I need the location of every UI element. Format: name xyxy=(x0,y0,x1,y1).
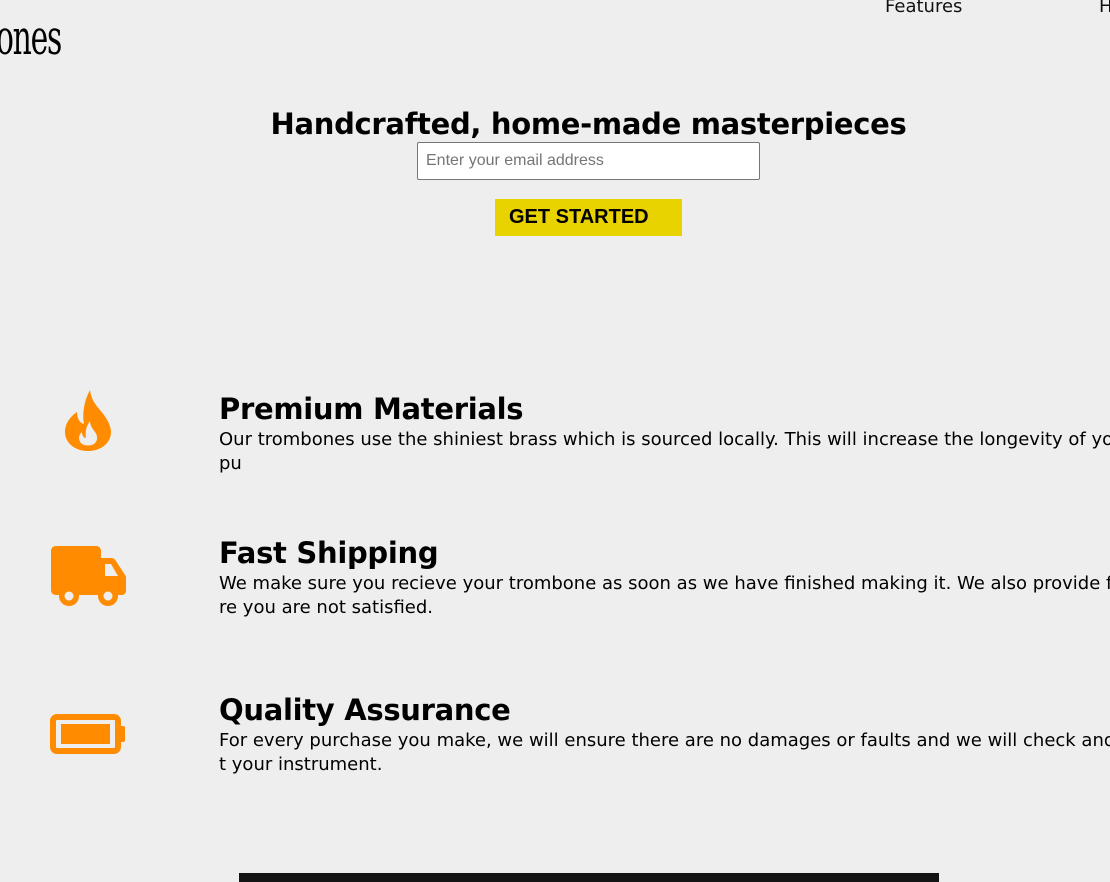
video-embed[interactable] xyxy=(239,873,939,882)
truck-icon xyxy=(51,546,126,606)
feature-description: We make sure you recieve your trombone a… xyxy=(219,573,1110,618)
logo[interactable]: ones xyxy=(0,14,62,62)
nav-link-truncated[interactable]: H xyxy=(1099,0,1110,17)
feature-description: Our trombones use the shiniest brass whi… xyxy=(219,429,1110,474)
fire-icon xyxy=(65,390,111,451)
feature-title: Quality Assurance xyxy=(219,693,511,727)
battery-icon xyxy=(50,714,125,754)
feature-description: For every purchase you make, we will ens… xyxy=(219,730,1110,775)
email-input[interactable] xyxy=(417,142,760,180)
hero-title: Handcrafted, home-made masterpieces xyxy=(270,107,907,141)
landing-page: ones Features H Handcrafted, home-made m… xyxy=(0,0,1110,882)
nav-link-features[interactable]: Features xyxy=(885,0,962,17)
get-started-button[interactable]: GET STARTED xyxy=(495,199,682,236)
feature-title: Premium Materials xyxy=(219,392,524,426)
feature-title: Fast Shipping xyxy=(219,536,439,570)
